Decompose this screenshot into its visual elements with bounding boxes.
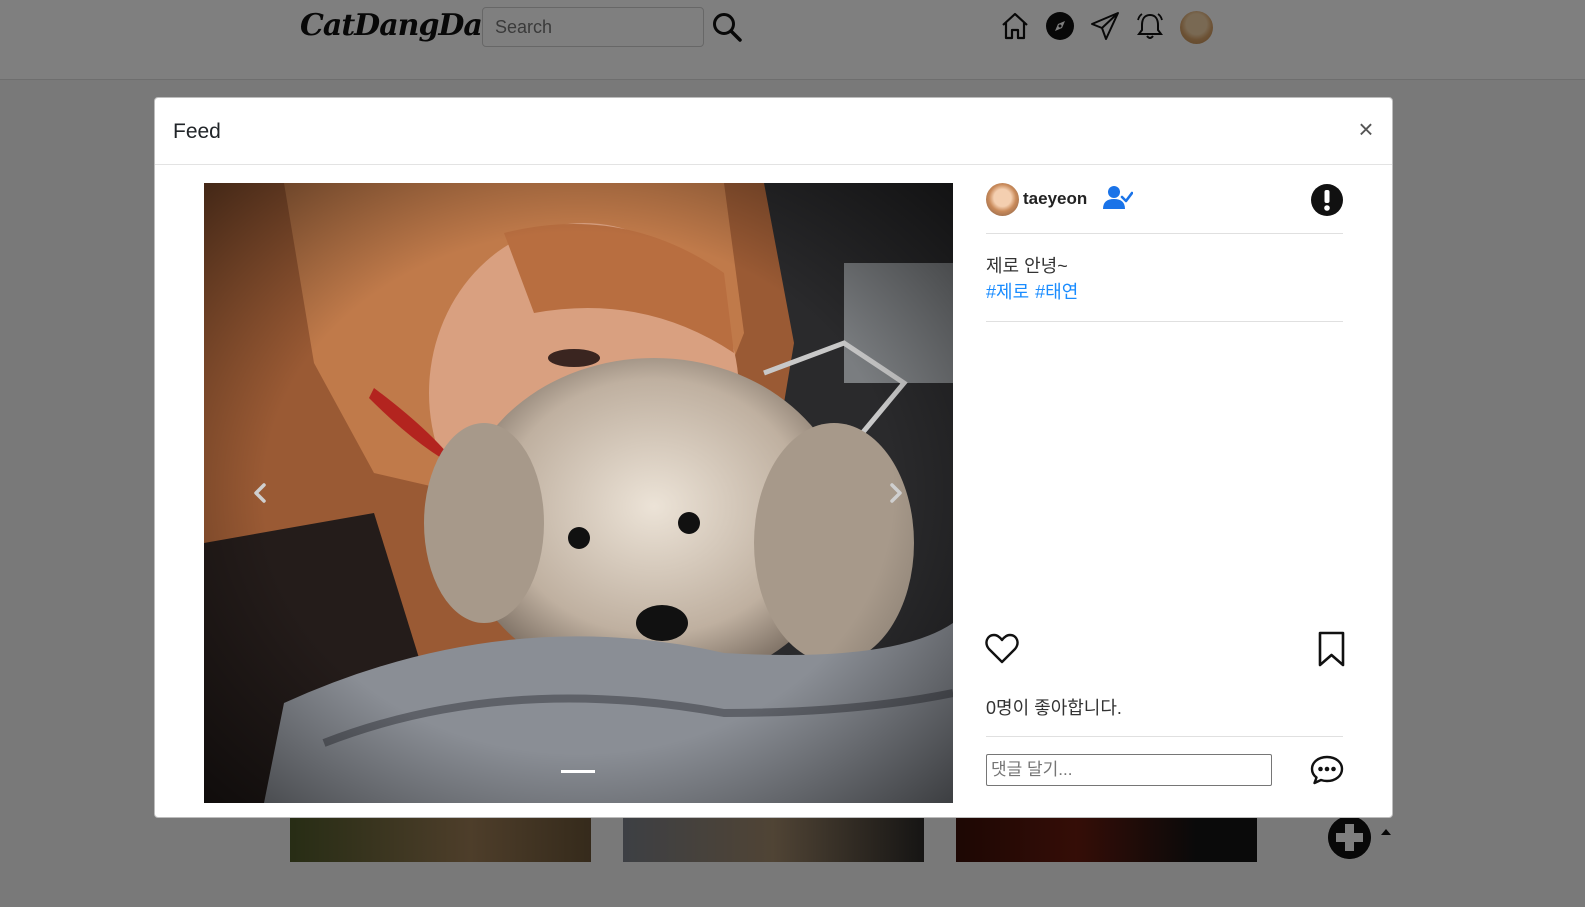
author-avatar[interactable]	[986, 183, 1019, 216]
heart-like-icon[interactable]	[985, 633, 1019, 665]
comment-input[interactable]	[986, 754, 1272, 786]
post-caption: 제로 안녕~ #제로 #태연	[986, 250, 1343, 322]
report-exclamation-icon[interactable]	[1310, 183, 1344, 217]
chevron-right-icon[interactable]	[876, 473, 916, 513]
post-image-carousel[interactable]	[204, 183, 953, 803]
caption-text: 제로 안녕~	[986, 256, 1068, 276]
bookmark-icon[interactable]	[1318, 631, 1345, 667]
modal-title: Feed	[173, 120, 221, 143]
divider	[986, 736, 1343, 737]
comment-bubble-icon[interactable]	[1310, 754, 1344, 786]
feed-modal: Feed × taeyeon 제로 안녕~ #제로 #태연 0명이 좋아합니다.…	[154, 97, 1393, 818]
user-check-follow-icon[interactable]	[1103, 185, 1133, 211]
carousel-indicator-active[interactable]	[561, 770, 595, 773]
close-icon[interactable]: ×	[1354, 114, 1378, 144]
hashtag-link[interactable]: #태연	[1035, 282, 1078, 302]
post-photo	[204, 183, 953, 803]
likes-count: 0명이 좋아합니다.	[986, 698, 1122, 718]
hashtag-list: #제로 #태연	[986, 278, 1084, 304]
post-author-row: taeyeon	[986, 183, 1343, 234]
modal-header: Feed ×	[155, 98, 1392, 165]
author-name[interactable]: taeyeon	[1023, 189, 1087, 209]
chevron-left-icon[interactable]	[240, 473, 280, 513]
hashtag-link[interactable]: #제로	[986, 282, 1029, 302]
